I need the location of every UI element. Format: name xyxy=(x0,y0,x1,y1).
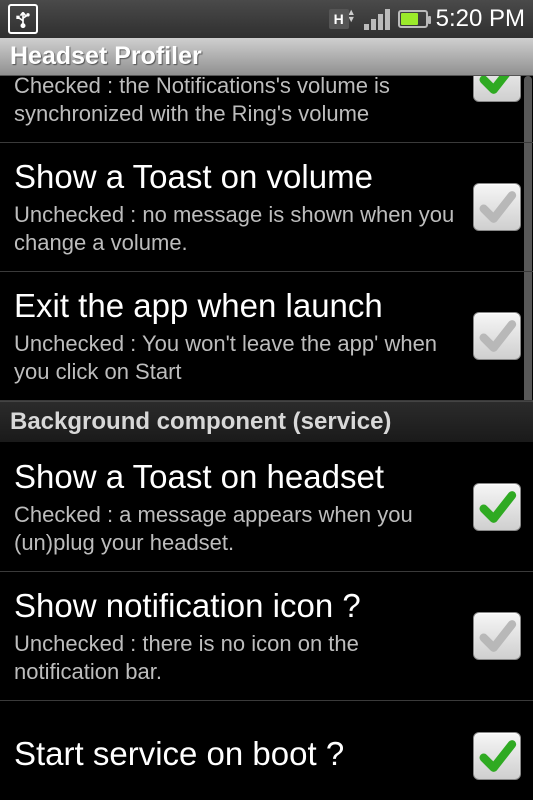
pref-summary: Checked : the Notifications's volume is … xyxy=(14,76,465,128)
checkbox[interactable] xyxy=(473,732,521,780)
app-title: Headset Profiler xyxy=(10,42,202,71)
pref-title: Exit the app when launch xyxy=(14,286,465,326)
pref-start-service-on-boot[interactable]: Start service on boot ? xyxy=(0,701,533,800)
pref-show-notification-icon[interactable]: Show notification icon ? Unchecked : the… xyxy=(0,572,533,701)
pref-title: Start service on boot ? xyxy=(14,734,465,774)
pref-show-toast-on-volume[interactable]: Show a Toast on volume Unchecked : no me… xyxy=(0,143,533,272)
app-title-bar: Headset Profiler xyxy=(0,38,533,76)
checkbox[interactable] xyxy=(473,76,521,102)
battery-icon xyxy=(398,10,428,28)
usb-icon xyxy=(8,4,38,34)
pref-summary: Unchecked : You won't leave the app' whe… xyxy=(14,330,465,386)
checkbox[interactable] xyxy=(473,312,521,360)
pref-show-toast-on-headset[interactable]: Show a Toast on headset Checked : a mess… xyxy=(0,443,533,572)
pref-title: Show a Toast on headset xyxy=(14,457,465,497)
pref-title: Show notification icon ? xyxy=(14,586,465,626)
checkbox[interactable] xyxy=(473,483,521,531)
clock: 5:20 PM xyxy=(436,5,529,33)
checkbox[interactable] xyxy=(473,183,521,231)
pref-summary: Unchecked : there is no icon on the noti… xyxy=(14,630,465,686)
checkbox[interactable] xyxy=(473,612,521,660)
signal-icon xyxy=(364,8,390,30)
pref-summary: Checked : a message appears when you (un… xyxy=(14,501,465,557)
preferences-list[interactable]: Notifications tied to Ring Checked : the… xyxy=(0,76,533,800)
pref-summary: Unchecked : no message is shown when you… xyxy=(14,201,465,257)
pref-notifications-tied-to-ring[interactable]: Notifications tied to Ring Checked : the… xyxy=(0,76,533,143)
pref-title: Show a Toast on volume xyxy=(14,157,465,197)
status-bar: H ▲▼ 5:20 PM xyxy=(0,0,533,38)
pref-exit-app-when-launch[interactable]: Exit the app when launch Unchecked : You… xyxy=(0,272,533,401)
network-type-icon: H xyxy=(329,9,349,29)
pref-category-background: Background component (service) xyxy=(0,401,533,443)
